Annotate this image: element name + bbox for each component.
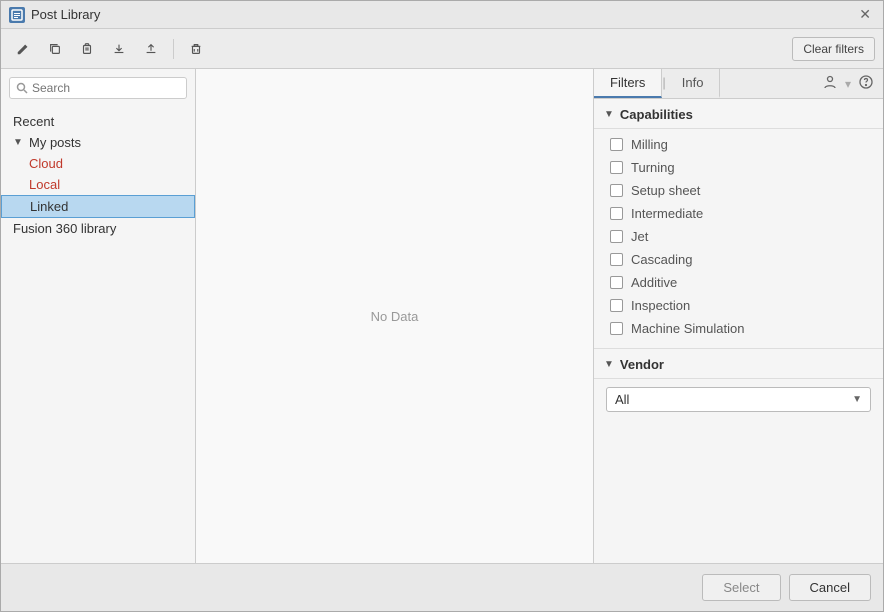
capability-machine-simulation[interactable]: Machine Simulation bbox=[594, 317, 883, 340]
cloud-label: Cloud bbox=[29, 156, 63, 171]
milling-label: Milling bbox=[631, 137, 668, 152]
additive-label: Additive bbox=[631, 275, 677, 290]
sidebar-item-fusion-library[interactable]: Fusion 360 library bbox=[1, 218, 195, 239]
capabilities-section-header: ▼ Capabilities bbox=[594, 99, 883, 129]
capability-setup-sheet[interactable]: Setup sheet bbox=[594, 179, 883, 202]
checkbox-setup-sheet[interactable] bbox=[610, 184, 623, 197]
toolbar: Clear filters bbox=[1, 29, 883, 69]
checkbox-inspection[interactable] bbox=[610, 299, 623, 312]
vendor-dropdown-value: All bbox=[615, 392, 629, 407]
sidebar-item-recent[interactable]: Recent bbox=[1, 111, 195, 132]
dialog-title: Post Library bbox=[31, 7, 100, 22]
capability-list: Milling Turning Setup sheet bbox=[594, 129, 883, 344]
capability-additive[interactable]: Additive bbox=[594, 271, 883, 294]
panel-content: ▼ Capabilities Milling Turning bbox=[594, 99, 883, 563]
capability-cascading[interactable]: Cascading bbox=[594, 248, 883, 271]
setup-sheet-label: Setup sheet bbox=[631, 183, 700, 198]
sidebar-item-cloud[interactable]: Cloud bbox=[1, 153, 195, 174]
select-button[interactable]: Select bbox=[702, 574, 780, 601]
paste-button[interactable] bbox=[73, 35, 101, 63]
recent-label: Recent bbox=[13, 114, 54, 129]
title-bar-left: Post Library bbox=[9, 7, 100, 23]
cancel-button[interactable]: Cancel bbox=[789, 574, 871, 601]
cascading-label: Cascading bbox=[631, 252, 692, 267]
main-content: Recent ▼ My posts Cloud Local Linked bbox=[1, 69, 883, 563]
capabilities-arrow: ▼ bbox=[604, 109, 614, 120]
tree-area: Recent ▼ My posts Cloud Local Linked bbox=[1, 107, 195, 563]
capability-milling[interactable]: Milling bbox=[594, 133, 883, 156]
checkbox-milling[interactable] bbox=[610, 138, 623, 151]
account-help-button[interactable] bbox=[819, 71, 841, 96]
tab-filters[interactable]: Filters bbox=[594, 69, 662, 98]
toolbar-separator bbox=[173, 39, 174, 59]
checkbox-turning[interactable] bbox=[610, 161, 623, 174]
my-posts-label: My posts bbox=[29, 135, 81, 150]
machine-simulation-label: Machine Simulation bbox=[631, 321, 744, 336]
tab-info[interactable]: Info bbox=[666, 69, 721, 98]
right-panel: Filters | Info ▾ bbox=[593, 69, 883, 563]
checkbox-intermediate[interactable] bbox=[610, 207, 623, 220]
vendor-section: ▼ Vendor All ▼ bbox=[594, 348, 883, 412]
bottom-bar: Select Cancel bbox=[1, 563, 883, 611]
capabilities-label: Capabilities bbox=[620, 107, 693, 122]
local-label: Local bbox=[29, 177, 60, 192]
checkbox-machine-simulation[interactable] bbox=[610, 322, 623, 335]
search-box[interactable] bbox=[9, 77, 187, 99]
checkbox-additive[interactable] bbox=[610, 276, 623, 289]
capability-jet[interactable]: Jet bbox=[594, 225, 883, 248]
inspection-label: Inspection bbox=[631, 298, 690, 313]
sidebar-item-my-posts[interactable]: ▼ My posts bbox=[1, 132, 195, 153]
post-library-dialog: Post Library ✕ bbox=[0, 0, 884, 612]
close-button[interactable]: ✕ bbox=[855, 4, 875, 25]
turning-label: Turning bbox=[631, 160, 675, 175]
vendor-section-header: ▼ Vendor bbox=[594, 349, 883, 379]
vendor-dropdown-arrow: ▼ bbox=[852, 394, 862, 405]
sidebar-item-local[interactable]: Local bbox=[1, 174, 195, 195]
app-icon bbox=[9, 7, 25, 23]
panel-tabs: Filters | Info bbox=[594, 69, 819, 98]
checkbox-cascading[interactable] bbox=[610, 253, 623, 266]
checkbox-jet[interactable] bbox=[610, 230, 623, 243]
search-input[interactable] bbox=[32, 81, 180, 95]
import-button[interactable] bbox=[105, 35, 133, 63]
vendor-arrow: ▼ bbox=[604, 359, 614, 370]
help-button[interactable] bbox=[855, 71, 877, 96]
fusion-library-label: Fusion 360 library bbox=[13, 221, 116, 236]
sidebar: Recent ▼ My posts Cloud Local Linked bbox=[1, 69, 196, 563]
sidebar-item-linked[interactable]: Linked bbox=[1, 195, 195, 218]
edit-button[interactable] bbox=[9, 35, 37, 63]
vendor-label: Vendor bbox=[620, 357, 664, 372]
intermediate-label: Intermediate bbox=[631, 206, 703, 221]
linked-label: Linked bbox=[30, 199, 68, 214]
delete-button[interactable] bbox=[182, 35, 210, 63]
capability-inspection[interactable]: Inspection bbox=[594, 294, 883, 317]
capability-turning[interactable]: Turning bbox=[594, 156, 883, 179]
copy-button[interactable] bbox=[41, 35, 69, 63]
no-data-label: No Data bbox=[371, 309, 419, 324]
expand-arrow: ▼ bbox=[13, 137, 25, 148]
title-bar: Post Library ✕ bbox=[1, 1, 883, 29]
center-content-area: No Data bbox=[196, 69, 593, 563]
vendor-dropdown[interactable]: All ▼ bbox=[606, 387, 871, 412]
clear-filters-button[interactable]: Clear filters bbox=[792, 37, 875, 61]
jet-label: Jet bbox=[631, 229, 648, 244]
export-button[interactable] bbox=[137, 35, 165, 63]
capability-intermediate[interactable]: Intermediate bbox=[594, 202, 883, 225]
